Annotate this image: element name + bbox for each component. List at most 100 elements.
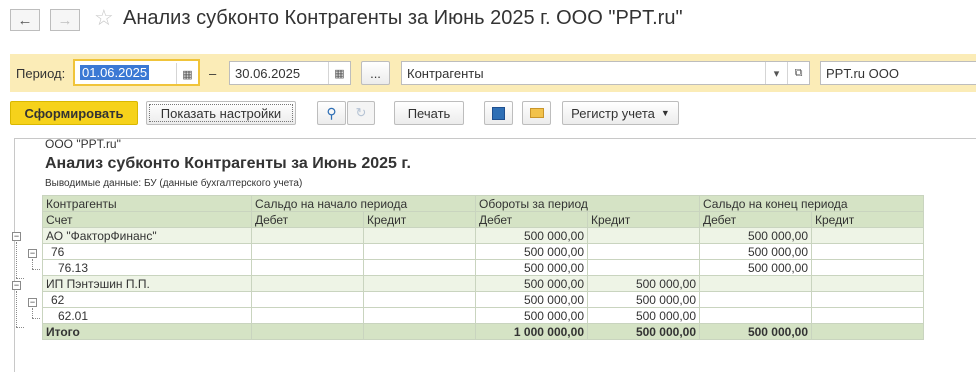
header-debit: Дебет	[699, 211, 812, 228]
calendar-icon[interactable]: ▦	[176, 63, 198, 84]
cell-closing-credit	[811, 259, 924, 276]
calendar-icon[interactable]: ▦	[328, 62, 350, 84]
report-org: ООО "PPT.ru"	[45, 137, 121, 151]
generate-button[interactable]: Сформировать	[10, 101, 138, 125]
tree-line	[16, 242, 17, 278]
table-row[interactable]: 76 500 000,00 500 000,00	[42, 243, 924, 260]
cell-turnover-debit: 500 000,00	[475, 227, 588, 244]
collapse-icon[interactable]: −	[28, 298, 37, 307]
collapse-icon[interactable]: −	[12, 281, 21, 290]
total-row[interactable]: Итого 1 000 000,00 500 000,00 500 000,00	[42, 323, 924, 340]
total-label: Итого	[42, 323, 252, 340]
report-heading: Анализ субконто Контрагенты за Июнь 2025…	[45, 155, 411, 172]
cell-turnover-debit: 500 000,00	[475, 291, 588, 308]
organization-value: PPT.ru ООО	[826, 65, 899, 81]
report-subtitle: Выводимые данные: БУ (данные бухгалтерск…	[45, 178, 303, 189]
search-cancel-icon: ↻	[355, 105, 367, 120]
total-turnover-debit: 1 000 000,00	[475, 323, 588, 340]
show-settings-button[interactable]: Показать настройки	[146, 101, 296, 125]
organization-field[interactable]: PPT.ru ООО	[820, 61, 976, 85]
cell-closing-credit	[811, 291, 924, 308]
period-label: Период:	[16, 66, 66, 81]
dropdown-arrow-icon[interactable]: ▾	[765, 62, 787, 84]
cell-opening-credit	[363, 227, 476, 244]
collapse-icon[interactable]: −	[12, 232, 21, 241]
date-from-value: 01.06.2025	[80, 65, 150, 80]
tree-line	[32, 269, 40, 270]
tree-line	[32, 308, 33, 318]
cell-closing-debit: 500 000,00	[699, 227, 812, 244]
header-debit: Дебет	[475, 211, 588, 228]
cell-closing-debit	[699, 275, 812, 292]
header-row-1: Контрагенты Сальдо на начало периода Обо…	[42, 195, 924, 212]
floppy-disk-icon	[492, 106, 505, 120]
arrow-left-icon: ←	[17, 11, 33, 29]
date-from-field[interactable]: 01.06.2025 ▦	[73, 59, 200, 86]
send-email-button[interactable]	[522, 101, 551, 125]
table-row[interactable]: 76.13 500 000,00 500 000,00	[42, 259, 924, 276]
open-window-icon[interactable]: ⧉	[787, 62, 809, 84]
total-opening-debit	[251, 323, 364, 340]
table-row[interactable]: АО "ФакторФинанс" 500 000,00 500 000,00	[42, 227, 924, 244]
register-button[interactable]: Регистр учета ▼	[562, 101, 679, 125]
cell-opening-credit	[363, 243, 476, 260]
chevron-down-icon: ▼	[660, 108, 670, 118]
row-name: 62	[42, 291, 252, 308]
register-label: Регистр учета	[571, 105, 655, 121]
header-credit: Кредит	[587, 211, 700, 228]
cell-opening-debit	[251, 259, 364, 276]
table-row[interactable]: 62.01 500 000,00 500 000,00	[42, 307, 924, 324]
window-title: Анализ субконто Контрагенты за Июнь 2025…	[123, 7, 683, 29]
cell-closing-credit	[811, 227, 924, 244]
header-turnover: Обороты за период	[475, 195, 700, 212]
header-account: Счет	[42, 211, 252, 228]
cell-opening-debit	[251, 307, 364, 324]
collapse-icon[interactable]: −	[28, 249, 37, 258]
table-row[interactable]: 62 500 000,00 500 000,00	[42, 291, 924, 308]
cell-turnover-credit: 500 000,00	[587, 307, 700, 324]
subconto-field[interactable]: Контрагенты ▾ ⧉	[401, 61, 810, 85]
forward-button[interactable]: →	[50, 9, 80, 31]
cell-opening-debit	[251, 275, 364, 292]
print-button[interactable]: Печать	[394, 101, 464, 125]
cell-opening-credit	[363, 307, 476, 324]
row-name: АО "ФакторФинанс"	[42, 227, 252, 244]
back-button[interactable]: ←	[10, 9, 40, 31]
tree-line	[32, 318, 40, 319]
table-row[interactable]: ИП Пэнтэшин П.П. 500 000,00 500 000,00	[42, 275, 924, 292]
date-to-value: 30.06.2025	[235, 65, 301, 81]
search-icon: ⚲	[326, 104, 337, 121]
cell-opening-debit	[251, 291, 364, 308]
search-button[interactable]: ⚲	[317, 101, 346, 125]
cell-closing-debit	[699, 291, 812, 308]
cell-opening-debit	[251, 227, 364, 244]
total-closing-credit	[811, 323, 924, 340]
date-to-field[interactable]: 30.06.2025 ▦	[229, 61, 351, 85]
row-name: ИП Пэнтэшин П.П.	[42, 275, 252, 292]
cell-turnover-credit	[587, 227, 700, 244]
tree-line	[16, 278, 24, 279]
period-dash: –	[209, 66, 217, 81]
cell-turnover-credit: 500 000,00	[587, 291, 700, 308]
subconto-value: Контрагенты	[407, 65, 484, 81]
report-table: Контрагенты Сальдо на начало периода Обо…	[42, 195, 924, 340]
header-counterparties: Контрагенты	[42, 195, 252, 212]
header-credit: Кредит	[811, 211, 924, 228]
arrow-right-icon: →	[57, 11, 73, 29]
cell-opening-credit	[363, 259, 476, 276]
header-credit: Кредит	[363, 211, 476, 228]
search-cancel-button[interactable]: ↻	[347, 101, 375, 125]
cell-turnover-credit	[587, 243, 700, 260]
save-button[interactable]	[484, 101, 513, 125]
cell-turnover-debit: 500 000,00	[475, 243, 588, 260]
header-row-2: Счет Дебет Кредит Дебет Кредит Дебет Кре…	[42, 211, 924, 228]
cell-turnover-credit	[587, 259, 700, 276]
cell-turnover-debit: 500 000,00	[475, 307, 588, 324]
header-closing-balance: Сальдо на конец периода	[699, 195, 924, 212]
period-select-button[interactable]: ...	[361, 61, 390, 85]
cell-turnover-debit: 500 000,00	[475, 275, 588, 292]
favorite-star-icon[interactable]: ☆	[94, 6, 114, 30]
cell-closing-debit: 500 000,00	[699, 243, 812, 260]
total-turnover-credit: 500 000,00	[587, 323, 700, 340]
cell-turnover-debit: 500 000,00	[475, 259, 588, 276]
